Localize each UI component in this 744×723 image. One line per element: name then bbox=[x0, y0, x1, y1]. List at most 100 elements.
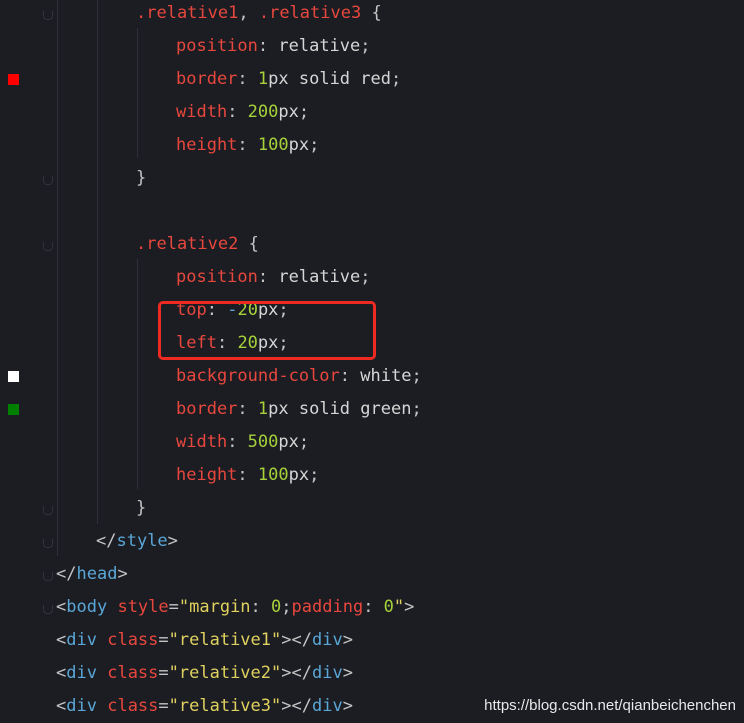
code-line[interactable]: width: 500px; bbox=[0, 426, 744, 459]
code-line[interactable]: background-color: white; bbox=[0, 360, 744, 393]
code-line[interactable]: <div class="relative1"></div> bbox=[0, 624, 744, 657]
code-token-attr: class bbox=[107, 696, 159, 716]
code-token-punct: , bbox=[238, 3, 259, 23]
code-token-punct: : bbox=[339, 366, 361, 386]
code-line[interactable]: position: relative; bbox=[0, 30, 744, 63]
code-token-punct: ; bbox=[360, 267, 371, 287]
highlight-box bbox=[158, 301, 376, 360]
code-line[interactable]: height: 100px; bbox=[0, 459, 744, 492]
fold-icon[interactable] bbox=[43, 572, 53, 581]
code-token-property: position bbox=[176, 267, 258, 287]
code-line[interactable]: height: 100px; bbox=[0, 129, 744, 162]
code-token-string: "relative2" bbox=[168, 663, 282, 683]
code-token-attr: style bbox=[117, 597, 169, 617]
fold-icon[interactable] bbox=[43, 605, 53, 614]
code-token-punct: : bbox=[227, 432, 248, 452]
code-line[interactable]: </style> bbox=[0, 525, 744, 558]
code-token-punct: : bbox=[237, 399, 258, 419]
code-token-punct: > bbox=[404, 597, 415, 617]
code-token-tag: div bbox=[66, 630, 97, 650]
code-text: <body style="margin: 0;padding: 0"> bbox=[56, 591, 414, 624]
code-token-punct: : bbox=[237, 465, 258, 485]
code-text: background-color: white; bbox=[176, 360, 422, 393]
code-token-string: " bbox=[393, 597, 405, 617]
code-text: <div class="relative1"></div> bbox=[56, 624, 353, 657]
code-line[interactable]: border: 1px solid red; bbox=[0, 63, 744, 96]
code-token-plain: relative bbox=[278, 36, 361, 56]
code-token-punct: ; bbox=[309, 465, 320, 485]
code-token-punct: < bbox=[56, 696, 67, 716]
code-line[interactable]: <body style="margin: 0;padding: 0"> bbox=[0, 591, 744, 624]
code-token-punct: : bbox=[250, 597, 272, 617]
code-token-tag: div bbox=[311, 630, 343, 650]
code-line[interactable]: .relative2 { bbox=[0, 228, 744, 261]
code-token-tag: div bbox=[66, 696, 97, 716]
code-token-number: 1 bbox=[257, 69, 269, 89]
code-token-punct: < bbox=[56, 630, 67, 650]
fold-icon[interactable] bbox=[43, 539, 53, 548]
code-token-attr: padding bbox=[291, 597, 364, 617]
code-token-number: 0 bbox=[383, 597, 394, 617]
code-token-plain: px bbox=[278, 102, 299, 122]
code-line[interactable]: } bbox=[0, 162, 744, 195]
code-token-punct: > bbox=[167, 531, 178, 551]
code-token-punct: > bbox=[117, 564, 128, 584]
code-token-property: height bbox=[176, 135, 238, 155]
code-token-punct: : bbox=[257, 267, 279, 287]
code-token-attr: class bbox=[107, 630, 159, 650]
code-line[interactable]: </head> bbox=[0, 558, 744, 591]
code-token-punct: : bbox=[237, 135, 258, 155]
code-text: height: 100px; bbox=[176, 129, 319, 162]
code-token-punct: ; bbox=[411, 366, 422, 386]
code-text: } bbox=[136, 492, 146, 525]
code-text: .relative1, .relative3 { bbox=[136, 0, 382, 30]
fold-icon[interactable] bbox=[43, 11, 53, 20]
fold-icon[interactable] bbox=[43, 242, 53, 251]
code-token-punct: > bbox=[342, 663, 353, 683]
code-line[interactable] bbox=[0, 195, 744, 228]
code-line[interactable]: } bbox=[0, 492, 744, 525]
fold-icon[interactable] bbox=[43, 176, 53, 185]
code-token-punct: } bbox=[136, 168, 147, 188]
code-editor[interactable]: .relative1, .relative3 {position: relati… bbox=[0, 0, 744, 723]
code-token-punct: > bbox=[342, 630, 353, 650]
code-token-property: height bbox=[176, 465, 238, 485]
fold-icon[interactable] bbox=[43, 506, 53, 515]
code-token-punct: </ bbox=[96, 531, 117, 551]
code-token-punct: ></ bbox=[281, 696, 312, 716]
code-token-property: width bbox=[176, 432, 228, 452]
code-token-property: border bbox=[176, 399, 238, 419]
code-line[interactable]: border: 1px solid green; bbox=[0, 393, 744, 426]
watermark: https://blog.csdn.net/qianbeichenchen bbox=[484, 697, 736, 714]
color-marker bbox=[8, 404, 19, 415]
code-token-tag: body bbox=[66, 597, 108, 617]
code-line[interactable]: .relative1, .relative3 { bbox=[0, 0, 744, 30]
code-text: <div class="relative2"></div> bbox=[56, 657, 353, 690]
code-token-plain: px bbox=[288, 465, 310, 485]
code-text: .relative2 { bbox=[136, 228, 259, 261]
code-token-punct: < bbox=[56, 597, 67, 617]
code-token-string: "margin bbox=[178, 597, 251, 617]
code-token-property: position bbox=[176, 36, 258, 56]
code-token-punct: ; bbox=[298, 432, 310, 452]
code-token-plain: px solid red bbox=[268, 69, 391, 89]
code-token-selector: .relative3 bbox=[258, 3, 362, 23]
code-token-attr: class bbox=[107, 663, 159, 683]
code-token-plain: px bbox=[288, 135, 310, 155]
code-token-punct: ; bbox=[390, 69, 402, 89]
code-line[interactable]: <div class="relative2"></div> bbox=[0, 657, 744, 690]
code-token-punct: ; bbox=[411, 399, 422, 419]
code-line[interactable]: width: 200px; bbox=[0, 96, 744, 129]
code-line[interactable]: position: relative; bbox=[0, 261, 744, 294]
code-text: border: 1px solid green; bbox=[176, 393, 422, 426]
code-token-punct: { bbox=[238, 234, 259, 254]
code-token-number: 200 bbox=[247, 102, 279, 122]
code-token-punct: ; bbox=[360, 36, 371, 56]
code-token-property: background-color bbox=[176, 366, 340, 386]
code-token-plain: white bbox=[360, 366, 412, 386]
code-token-punct: ; bbox=[309, 135, 320, 155]
code-token-punct: < bbox=[56, 663, 67, 683]
code-token-tag: style bbox=[116, 531, 168, 551]
code-token-selector: .relative2 bbox=[136, 234, 239, 254]
